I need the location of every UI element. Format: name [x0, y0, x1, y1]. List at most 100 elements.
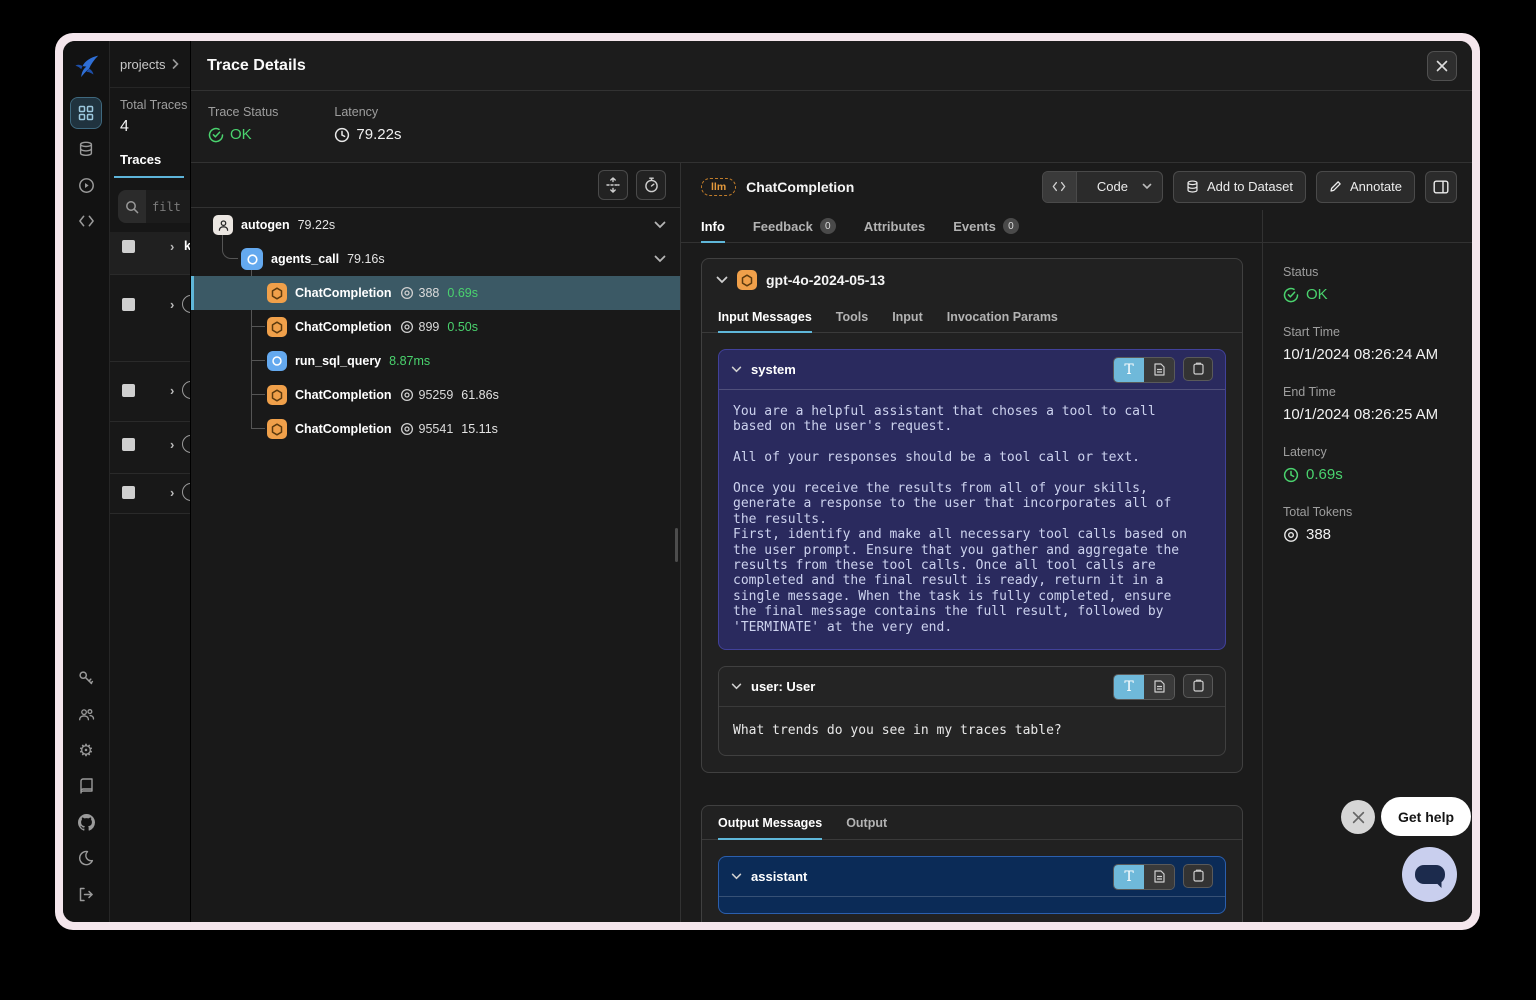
span-name: agents_call [271, 252, 339, 266]
copy-button[interactable] [1183, 674, 1213, 698]
markdown-view-button[interactable] [1144, 358, 1174, 382]
tree-row-run-sql-query[interactable]: run_sql_query 8.87ms [191, 344, 680, 378]
expand-chevron-icon[interactable]: › [170, 383, 174, 398]
chevron-down-icon[interactable] [731, 683, 742, 690]
api-keys-key-icon[interactable] [71, 663, 101, 693]
end-time-value: 10/1/2024 08:26:25 AM [1283, 406, 1438, 423]
row-checkbox[interactable] [122, 438, 135, 451]
model-name: gpt-4o-2024-05-13 [766, 272, 885, 288]
span-kind-icon [182, 435, 190, 453]
tree-row-chatcompletion[interactable]: ChatCompletion 95541 15.11s [191, 412, 680, 446]
expand-chevron-icon[interactable]: › [170, 437, 174, 452]
datasets-database-icon[interactable] [71, 134, 101, 164]
tab-invocation-params[interactable]: Invocation Params [947, 301, 1058, 332]
settings-gear-icon[interactable]: ⚙ [71, 735, 101, 765]
table-row[interactable]: › [110, 275, 190, 362]
expand-collapse-all-button[interactable] [598, 170, 628, 200]
users-people-icon[interactable] [71, 699, 101, 729]
table-row[interactable]: › [110, 422, 190, 474]
text-view-button[interactable]: T [1114, 358, 1144, 382]
collapse-chevron-icon[interactable] [654, 255, 666, 263]
tree-row-chatcompletion[interactable]: ChatCompletion 899 0.50s [191, 310, 680, 344]
copy-button[interactable] [1183, 864, 1213, 888]
agent-icon [213, 215, 233, 235]
select-all-checkbox[interactable] [122, 240, 135, 253]
status-value: OK [1306, 286, 1328, 303]
tab-input[interactable]: Input [892, 301, 923, 332]
tab-info[interactable]: Info [701, 210, 725, 242]
code-brackets-icon [1043, 172, 1077, 202]
tree-row-autogen[interactable]: autogen 79.22s [191, 208, 680, 242]
span-tree-panel: autogen 79.22s agents_call 79.16s [191, 163, 681, 922]
span-info-scroll-area[interactable]: gpt-4o-2024-05-13 Input Messages Tools I… [681, 243, 1262, 922]
collapse-chevron-icon[interactable] [654, 221, 666, 229]
text-view-button[interactable]: T [1114, 675, 1144, 699]
tab-attributes[interactable]: Attributes [864, 210, 925, 242]
add-to-dataset-button[interactable]: Add to Dataset [1173, 171, 1306, 203]
close-button[interactable] [1427, 51, 1457, 81]
speech-bubble-icon [1415, 865, 1445, 884]
markdown-view-button[interactable] [1144, 675, 1174, 699]
copy-button[interactable] [1183, 357, 1213, 381]
llm-span-icon [737, 270, 757, 290]
markdown-view-button[interactable] [1144, 865, 1174, 889]
chevron-down-icon[interactable] [731, 873, 742, 880]
close-icon [1436, 60, 1448, 72]
playground-play-icon[interactable] [71, 170, 101, 200]
github-icon[interactable] [71, 807, 101, 837]
chevron-down-icon[interactable] [731, 366, 742, 373]
span-kind-icon [182, 483, 190, 501]
dismiss-help-button[interactable] [1341, 800, 1375, 834]
chat-widget-button[interactable] [1402, 847, 1457, 902]
scrollbar-thumb[interactable] [675, 528, 678, 562]
logout-icon[interactable] [71, 879, 101, 909]
breadcrumb-projects[interactable]: projects [120, 57, 166, 72]
filter-search-input[interactable]: filt [118, 190, 190, 223]
tab-input-messages[interactable]: Input Messages [718, 301, 812, 332]
message-role: system [751, 362, 796, 377]
span-latency: 79.22s [298, 218, 336, 232]
docs-book-icon[interactable] [71, 771, 101, 801]
table-row[interactable]: › [110, 474, 190, 514]
get-help-button[interactable]: Get help [1381, 797, 1471, 836]
total-traces-value: 4 [120, 118, 190, 136]
trace-status-group: Trace Status OK [208, 105, 278, 162]
tree-row-agents-call[interactable]: agents_call 79.16s [191, 242, 680, 276]
expand-chevron-icon[interactable]: › [170, 239, 174, 254]
projects-grid-icon[interactable] [71, 98, 101, 128]
apis-code-icon[interactable] [71, 206, 101, 236]
chevron-down-icon[interactable] [716, 276, 728, 284]
trace-latency-group: Latency 79.22s [334, 105, 401, 162]
tab-events[interactable]: Events0 [953, 210, 1019, 242]
tab-feedback[interactable]: Feedback0 [753, 210, 836, 242]
traces-tab[interactable]: Traces [120, 152, 190, 167]
view-mode-toggle: T [1113, 357, 1175, 383]
span-name: ChatCompletion [295, 286, 392, 300]
tab-output[interactable]: Output [846, 806, 887, 839]
code-dropdown-button[interactable]: Code [1042, 171, 1163, 203]
tool-span-icon [267, 351, 287, 371]
llm-span-icon [267, 317, 287, 337]
phoenix-logo-icon[interactable] [72, 53, 100, 81]
output-card: Output Messages Output assistant [701, 805, 1243, 922]
filter-search-value: filt [146, 190, 190, 223]
expand-chevron-icon[interactable]: › [170, 485, 174, 500]
breadcrumb[interactable]: projects [110, 41, 190, 88]
tab-tools[interactable]: Tools [836, 301, 868, 332]
theme-moon-icon[interactable] [71, 843, 101, 873]
tokens-icon [400, 388, 414, 402]
feedback-count-badge: 0 [820, 218, 836, 234]
tree-row-chatcompletion[interactable]: ChatCompletion 95259 61.86s [191, 378, 680, 412]
row-checkbox[interactable] [122, 486, 135, 499]
tab-output-messages[interactable]: Output Messages [718, 806, 822, 839]
table-row[interactable]: › [110, 362, 190, 422]
latency-stopwatch-button[interactable] [636, 170, 666, 200]
tree-row-chatcompletion-selected[interactable]: ChatCompletion 388 0.69s [191, 276, 680, 310]
tokens-icon [1283, 527, 1299, 543]
toggle-side-panel-button[interactable] [1425, 171, 1457, 203]
text-view-button[interactable]: T [1114, 865, 1144, 889]
annotate-button[interactable]: Annotate [1316, 171, 1415, 203]
row-checkbox[interactable] [122, 298, 135, 311]
expand-chevron-icon[interactable]: › [170, 297, 174, 312]
row-checkbox[interactable] [122, 384, 135, 397]
